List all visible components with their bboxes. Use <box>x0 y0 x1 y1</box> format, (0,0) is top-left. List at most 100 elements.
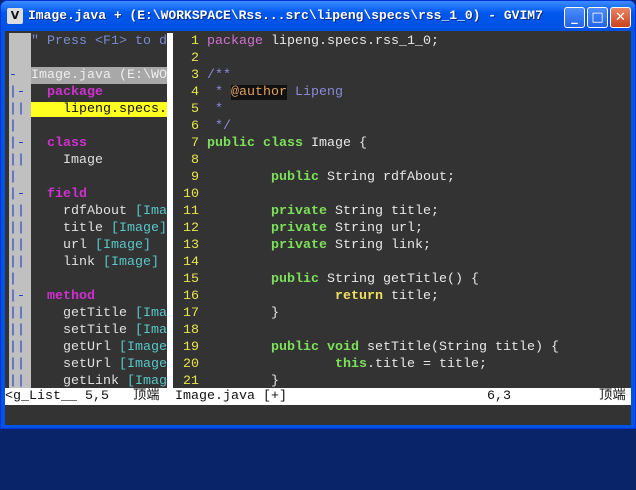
taglist-item-scope: [Image] <box>102 255 159 270</box>
taglist-item[interactable]: field <box>31 186 167 203</box>
fold-marker[interactable]: |- <box>9 288 31 305</box>
fold-marker[interactable]: |- <box>9 135 31 152</box>
line-number: 3 <box>191 68 199 83</box>
fold-marker[interactable]: || <box>9 220 31 237</box>
code-line[interactable]: 20 this.title = title; <box>175 356 631 373</box>
fold-marker[interactable]: | <box>9 118 31 135</box>
minimize-button[interactable]: _ <box>564 7 585 28</box>
taglist-item-label: Image <box>31 153 103 168</box>
fold-marker[interactable]: - <box>9 67 31 84</box>
line-number: 20 <box>183 357 199 372</box>
code-line[interactable]: 2 <box>175 50 631 67</box>
fold-marker[interactable]: | <box>9 271 31 288</box>
fold-marker[interactable]: || <box>9 339 31 356</box>
code-line[interactable]: 1 package lipeng.specs.rss_1_0; <box>175 33 631 50</box>
taglist-pane[interactable]: - |- || | |- || | |- || || || || | |- || || || || || " Pre… <box>9 33 167 389</box>
taglist-item[interactable]: link [Image] <box>31 254 167 271</box>
taglist-item[interactable]: package <box>31 84 167 101</box>
fold-marker[interactable]: || <box>9 203 31 220</box>
fold-marker[interactable]: || <box>9 356 31 373</box>
taglist-item[interactable]: Image <box>31 152 167 169</box>
taglist-item-scope: [Image] <box>95 238 151 253</box>
maximize-button[interactable]: □ <box>587 7 608 28</box>
line-number: 9 <box>191 170 199 185</box>
taglist-item[interactable]: getUrl [Image <box>31 339 167 356</box>
taglist-content[interactable]: " Press <F1> to d Image.java (E:\WO packa… <box>31 33 167 389</box>
line-number: 11 <box>183 204 199 219</box>
fold-marker[interactable] <box>9 33 31 50</box>
taglist-item[interactable]: setUrl [Image <box>31 356 167 373</box>
taglist-item-label: method <box>31 289 95 304</box>
code-line[interactable]: 3 /** <box>175 67 631 84</box>
taglist-item-label: lipeng.specs. <box>31 102 167 117</box>
taglist-item-label: getLink <box>31 374 127 389</box>
taglist-item[interactable]: url [Image] <box>31 237 167 254</box>
fold-marker[interactable]: || <box>9 101 31 118</box>
code-line[interactable]: 19 public void setTitle(String title) { <box>175 339 631 356</box>
taglist-item-scope: [Ima <box>134 306 167 321</box>
code-line[interactable]: 12 private String url; <box>175 220 631 237</box>
vim-icon[interactable]: V <box>7 8 23 24</box>
fold-marker[interactable]: | <box>9 169 31 186</box>
code-line[interactable]: 17 } <box>175 305 631 322</box>
fold-column[interactable]: - |- || | |- || | |- || || || || | |- || || || || || <box>9 33 31 389</box>
code-line[interactable]: 4 * @author Lipeng <box>175 84 631 101</box>
taglist-item[interactable] <box>31 118 167 135</box>
code-line[interactable]: 13 private String link; <box>175 237 631 254</box>
fold-marker[interactable]: || <box>9 152 31 169</box>
taglist-item[interactable]: title [Image] <box>31 220 167 237</box>
code-line[interactable]: 5 * <box>175 101 631 118</box>
fold-marker[interactable]: || <box>9 322 31 339</box>
code-token: } <box>207 306 279 321</box>
line-number: 14 <box>183 255 199 270</box>
code-token: public <box>271 170 319 185</box>
line-number: 5 <box>191 102 199 117</box>
editor-status-file: Image.java [+] <box>175 389 287 404</box>
fold-marker[interactable]: || <box>9 305 31 322</box>
taglist-item[interactable] <box>31 271 167 288</box>
fold-marker[interactable] <box>9 50 31 67</box>
code-line[interactable]: 9 public String rdfAbout; <box>175 169 631 186</box>
code-token: void <box>327 340 359 355</box>
line-number: 4 <box>191 85 199 100</box>
taglist-item[interactable]: getTitle [Ima <box>31 305 167 322</box>
code-line[interactable]: 14 <box>175 254 631 271</box>
code-line[interactable]: 10 <box>175 186 631 203</box>
code-line[interactable]: 6 */ <box>175 118 631 135</box>
close-button[interactable]: ✕ <box>610 7 631 28</box>
fold-marker[interactable]: || <box>9 237 31 254</box>
taglist-item[interactable]: class <box>31 135 167 152</box>
taglist-item-scope: [Image] <box>110 221 167 236</box>
taglist-item[interactable]: method <box>31 288 167 305</box>
code-line[interactable]: 15 public String getTitle() { <box>175 271 631 288</box>
taglist-item-scope: [Ima <box>134 204 167 219</box>
code-line[interactable]: 8 <box>175 152 631 169</box>
code-line[interactable]: 7 public class Image { <box>175 135 631 152</box>
fold-marker[interactable]: |- <box>9 84 31 101</box>
taglist-item[interactable]: Image.java (E:\WO <box>31 67 167 84</box>
taglist-item-scope: [Image <box>118 357 167 372</box>
code-line[interactable]: 11 private String title; <box>175 203 631 220</box>
taglist-item[interactable] <box>31 50 167 67</box>
command-line[interactable] <box>5 405 631 425</box>
code-token: * <box>207 102 223 117</box>
title-bar[interactable]: V Image.java + (E:\WORKSPACE\Rss...src\l… <box>1 1 635 31</box>
taglist-item[interactable]: " Press <F1> to d <box>31 33 167 50</box>
code-line[interactable]: 16 return title; <box>175 288 631 305</box>
code-token: public <box>271 340 319 355</box>
code-line[interactable]: 18 <box>175 322 631 339</box>
taglist-item[interactable]: setTitle [Ima <box>31 322 167 339</box>
code-token: */ <box>207 119 231 134</box>
code-token: setTitle(String title) { <box>359 340 559 355</box>
fold-marker[interactable]: || <box>9 254 31 271</box>
taglist-item[interactable]: lipeng.specs. <box>31 101 167 118</box>
taglist-item-label: field <box>31 187 87 202</box>
vertical-split-separator[interactable] <box>167 33 173 388</box>
taglist-item[interactable] <box>31 169 167 186</box>
taglist-item[interactable]: rdfAbout [Ima <box>31 203 167 220</box>
editor-pane[interactable]: 1 package lipeng.specs.rss_1_0; 2 3/** 4 * @… <box>175 33 631 389</box>
fold-marker[interactable]: |- <box>9 186 31 203</box>
